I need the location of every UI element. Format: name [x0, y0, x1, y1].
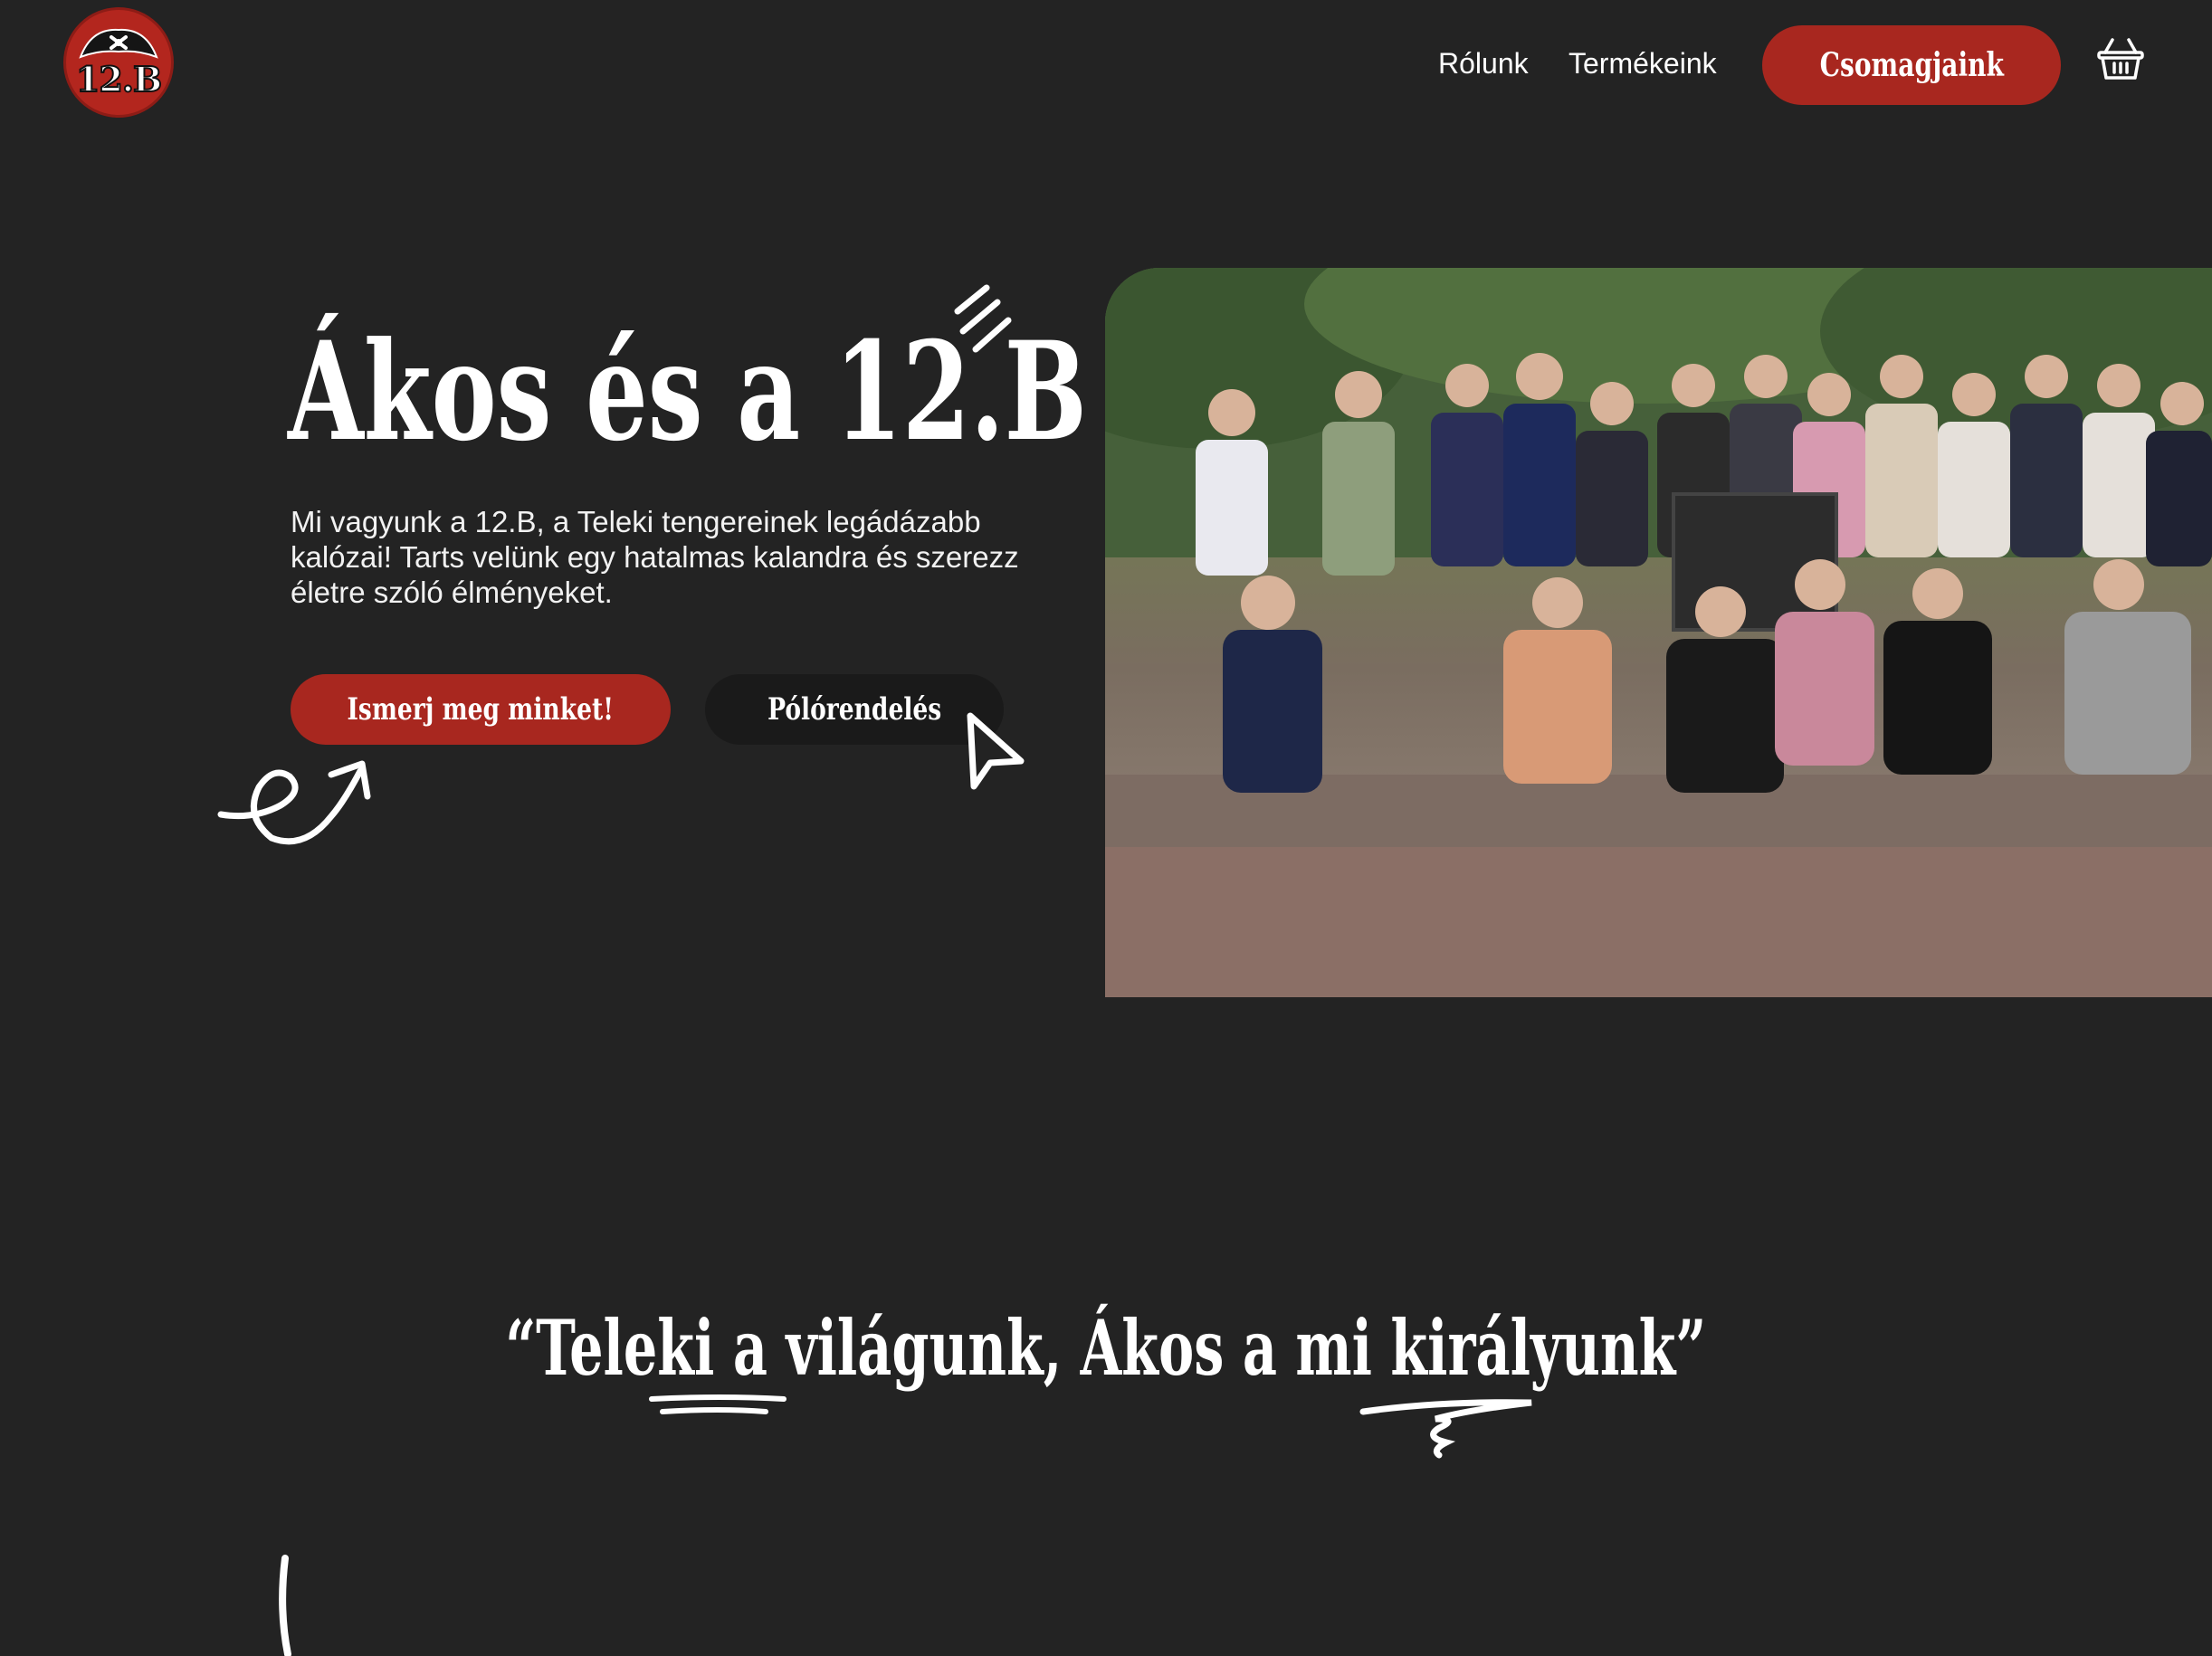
- quote: “Teleki a világunk, Ákos a mi királyunk”: [0, 1303, 2212, 1393]
- basket-icon: [2097, 38, 2144, 80]
- sparkle-lines-icon: [954, 284, 1012, 353]
- cursor-icon: [967, 712, 1025, 790]
- ismerj-meg-minket-button[interactable]: Ismerj meg minket!: [291, 674, 671, 745]
- underline-doodle-icon: [649, 1394, 787, 1414]
- polorendeles-button[interactable]: Pólórendelés: [705, 674, 1004, 745]
- group-photo: [1105, 268, 2212, 997]
- quote-text: “Teleki a világunk, Ákos a mi királyunk”: [505, 1303, 1707, 1393]
- cart-button[interactable]: [2096, 34, 2145, 83]
- ismerj-meg-minket-label: Ismerj meg minket!: [347, 691, 615, 728]
- logo[interactable]: 12.B: [63, 7, 174, 118]
- polorendeles-label: Pólórendelés: [767, 691, 942, 728]
- nav-link-termekeink[interactable]: Termékeink: [1568, 47, 1717, 81]
- csomagjaink-label: Csomagjaink: [1819, 46, 2004, 84]
- arrow-doodle-icon: [217, 760, 371, 845]
- line-doodle-icon: [279, 1555, 291, 1656]
- hero-subtitle: Mi vagyunk a 12.B, a Teleki tengereinek …: [291, 505, 1019, 609]
- logo-text: 12.B: [75, 58, 163, 100]
- csomagjaink-button[interactable]: Csomagjaink: [1762, 25, 2061, 105]
- squiggle-doodle-icon: [1359, 1399, 1532, 1459]
- nav-link-rolunk[interactable]: Rólunk: [1438, 47, 1529, 81]
